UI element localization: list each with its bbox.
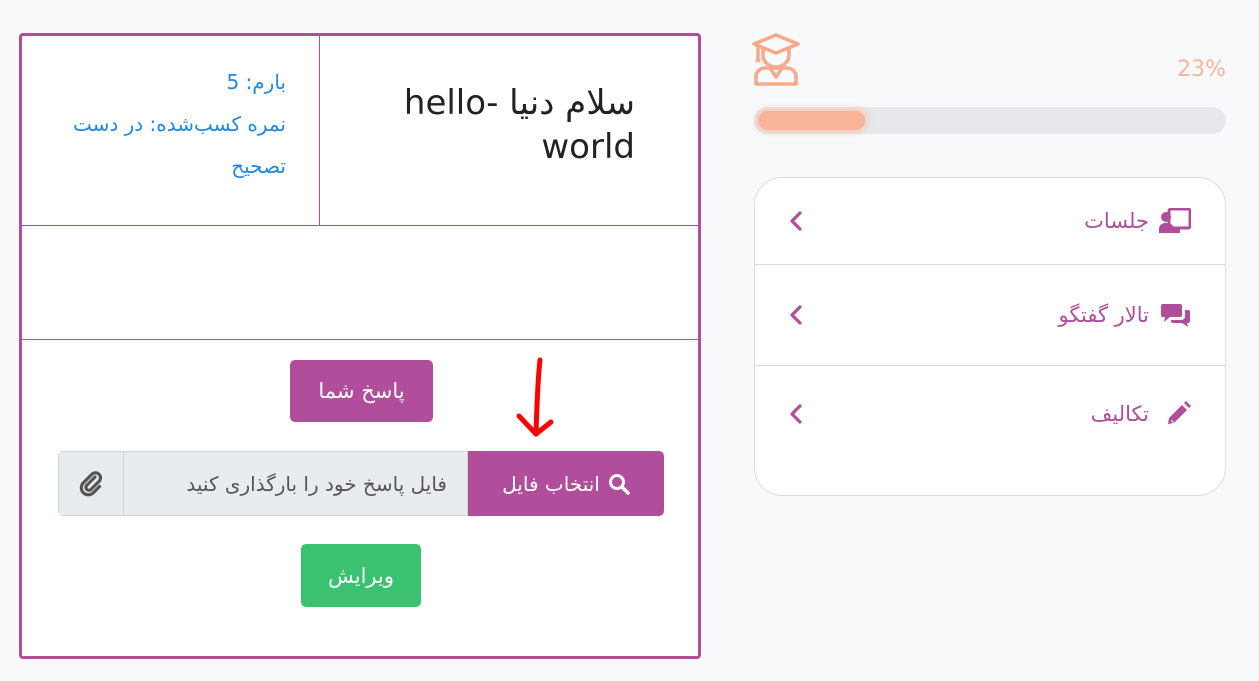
student-graduate-icon xyxy=(750,30,802,92)
assignment-header-row: بارم: 5 نمره کسب‌شده: در دست تصحیح سلام … xyxy=(22,36,698,226)
progress-percent: 23% xyxy=(1177,57,1226,82)
chalkboard-teacher-icon xyxy=(1159,208,1191,234)
menu-item-label: جلسات xyxy=(1084,209,1149,233)
assignment-weight: بارم: 5 xyxy=(226,70,286,94)
chevron-left-icon xyxy=(789,403,803,425)
assignment-title: سلام دنیا -hello world xyxy=(403,83,635,167)
assignment-description-row xyxy=(22,227,698,340)
edit-button[interactable]: ویرایش xyxy=(301,544,421,607)
red-arrow-icon xyxy=(515,356,555,444)
pencil-icon xyxy=(1165,401,1191,427)
page: بارم: 5 نمره کسب‌شده: در دست تصحیح سلام … xyxy=(0,0,1259,681)
assignment-card: بارم: 5 نمره کسب‌شده: در دست تصحیح سلام … xyxy=(19,33,701,659)
menu-item-label: تکالیف xyxy=(1090,402,1149,426)
menu-item-assignments[interactable]: تکالیف xyxy=(755,366,1225,462)
choose-file-label: انتخاب فایل xyxy=(502,471,600,496)
assignment-grade: نمره کسب‌شده: در دست تصحیح xyxy=(72,112,286,178)
menu-item-sessions[interactable]: جلسات xyxy=(755,178,1225,265)
assignment-meta: بارم: 5 نمره کسب‌شده: در دست تصحیح xyxy=(22,36,320,226)
chevron-left-icon xyxy=(789,210,803,232)
file-path-input[interactable] xyxy=(123,451,468,516)
choose-file-button[interactable]: انتخاب فایل xyxy=(468,451,664,516)
your-answer-button[interactable]: پاسخ شما xyxy=(290,360,433,422)
chevron-left-icon xyxy=(789,304,803,326)
progress-bar xyxy=(754,107,1226,134)
menu-item-label: تالار گفتگو xyxy=(1058,303,1149,327)
course-menu: جلسات تالار گفتگو تکالیف xyxy=(754,177,1226,496)
search-icon xyxy=(608,473,630,495)
file-upload-group: انتخاب فایل xyxy=(58,451,664,516)
attachment-icon[interactable] xyxy=(58,451,123,516)
menu-item-forum[interactable]: تالار گفتگو xyxy=(755,265,1225,366)
progress-bar-fill xyxy=(758,111,865,130)
comments-icon xyxy=(1161,302,1191,328)
